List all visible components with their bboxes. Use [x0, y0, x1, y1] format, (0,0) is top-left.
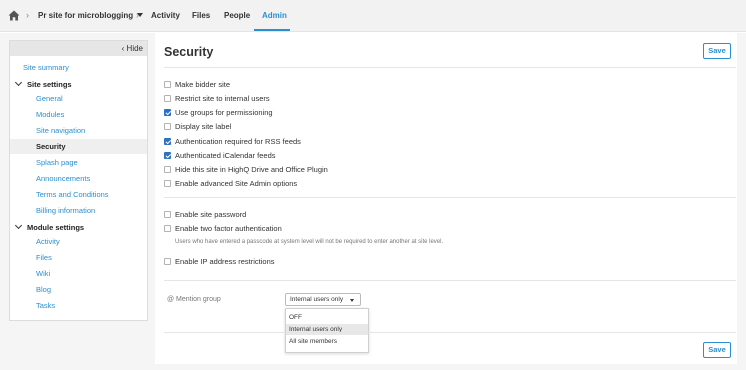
checkbox[interactable]: [164, 180, 171, 187]
dropdown-option-internal[interactable]: Internal users only: [286, 324, 368, 335]
sidebar-section-module-settings[interactable]: Module settings: [14, 221, 85, 232]
sidebar-item-activity[interactable]: Activity: [36, 237, 60, 246]
dropdown-option-all-members[interactable]: All site members: [286, 336, 368, 347]
security-settings-panel: Security Save Make bidder site Restrict …: [155, 33, 737, 364]
site-switcher[interactable]: Pr site for microblogging: [38, 11, 144, 20]
tab-activity[interactable]: Activity: [151, 11, 180, 20]
mention-group-dropdown: OFF Internal users only All site members: [285, 308, 369, 353]
sidebar-item-announcements[interactable]: Announcements: [36, 174, 90, 183]
checkbox[interactable]: [164, 81, 171, 88]
home-icon[interactable]: [8, 10, 20, 21]
hide-label: Hide: [126, 44, 143, 53]
sidebar-item-wiki[interactable]: Wiki: [36, 269, 50, 278]
chevron-right-icon: ›: [26, 10, 29, 20]
chevron-right-icon: ›: [136, 10, 139, 20]
dropdown-option-off[interactable]: OFF: [286, 312, 368, 323]
admin-sidebar: ‹ Hide Site summary Site settings Genera…: [9, 40, 148, 321]
select-value: Internal users only: [290, 296, 344, 303]
tab-people[interactable]: People: [224, 11, 250, 20]
sidebar-item-site-summary[interactable]: Site summary: [23, 63, 69, 72]
checkbox[interactable]: [164, 95, 171, 102]
tab-admin[interactable]: Admin: [262, 11, 287, 20]
option-label: Enable IP address restrictions: [175, 257, 275, 266]
option-label: Enable site password: [175, 210, 247, 219]
sidebar-item-modules[interactable]: Modules: [36, 110, 64, 119]
chevron-down-icon: [14, 221, 23, 230]
divider: [164, 280, 736, 281]
site-name: Pr site for microblogging: [38, 11, 134, 20]
sidebar-item-blog[interactable]: Blog: [36, 285, 51, 294]
checkbox-checked[interactable]: [164, 138, 171, 145]
divider: [164, 67, 736, 68]
checkbox[interactable]: [164, 166, 171, 173]
option-label: Hide this site in HighQ Drive and Office…: [175, 165, 328, 174]
hide-sidebar-button[interactable]: ‹ Hide: [122, 44, 143, 53]
option-label: Use groups for permissioning: [175, 108, 273, 117]
section-title: Module settings: [27, 223, 85, 232]
chevron-left-icon: ‹: [121, 44, 125, 53]
sidebar-item-tasks[interactable]: Tasks: [36, 301, 55, 310]
option-label: Enable two factor authentication: [175, 224, 282, 233]
save-button-top[interactable]: Save: [703, 43, 731, 59]
sidebar-item-billing[interactable]: Billing information: [36, 206, 95, 215]
sidebar-active-highlight: [10, 139, 147, 154]
chevron-down-icon: [350, 299, 354, 302]
tab-files[interactable]: Files: [192, 11, 210, 20]
checkbox-checked[interactable]: [164, 152, 171, 159]
divider: [164, 332, 736, 333]
mention-group-select[interactable]: Internal users only: [285, 293, 361, 306]
page-title: Security: [164, 45, 214, 59]
option-label: Make bidder site: [175, 80, 231, 89]
checkbox[interactable]: [164, 211, 171, 218]
option-label: Authenticated iCalendar feeds: [175, 151, 276, 160]
option-label: Authentication required for RSS feeds: [175, 137, 301, 146]
section-title: Site settings: [27, 80, 72, 89]
sidebar-section-site-settings[interactable]: Site settings: [14, 78, 72, 89]
option-label: Display site label: [175, 122, 232, 131]
chevron-down-icon: [14, 78, 23, 87]
sidebar-item-files[interactable]: Files: [36, 253, 52, 262]
sidebar-item-site-navigation[interactable]: Site navigation: [36, 126, 85, 135]
option-label: Restrict site to internal users: [175, 94, 270, 103]
mention-group-label: @ Mention group: [167, 296, 221, 303]
active-tab-indicator: [254, 29, 290, 31]
option-label: Enable advanced Site Admin options: [175, 179, 298, 188]
checkbox[interactable]: [164, 258, 171, 265]
top-nav-bar: › Pr site for microblogging › Activity F…: [0, 0, 746, 32]
sidebar-item-security[interactable]: Security: [36, 142, 66, 151]
checkbox-checked[interactable]: [164, 109, 171, 116]
sidebar-header: ‹ Hide: [10, 41, 147, 56]
two-factor-hint: Users who have entered a passcode at sys…: [175, 239, 444, 245]
save-button-bottom[interactable]: Save: [703, 342, 731, 358]
divider: [164, 197, 736, 198]
checkbox[interactable]: [164, 123, 171, 130]
sidebar-item-splash-page[interactable]: Splash page: [36, 158, 78, 167]
checkbox[interactable]: [164, 225, 171, 232]
sidebar-item-general[interactable]: General: [36, 94, 63, 103]
sidebar-item-terms[interactable]: Terms and Conditions: [36, 190, 109, 199]
